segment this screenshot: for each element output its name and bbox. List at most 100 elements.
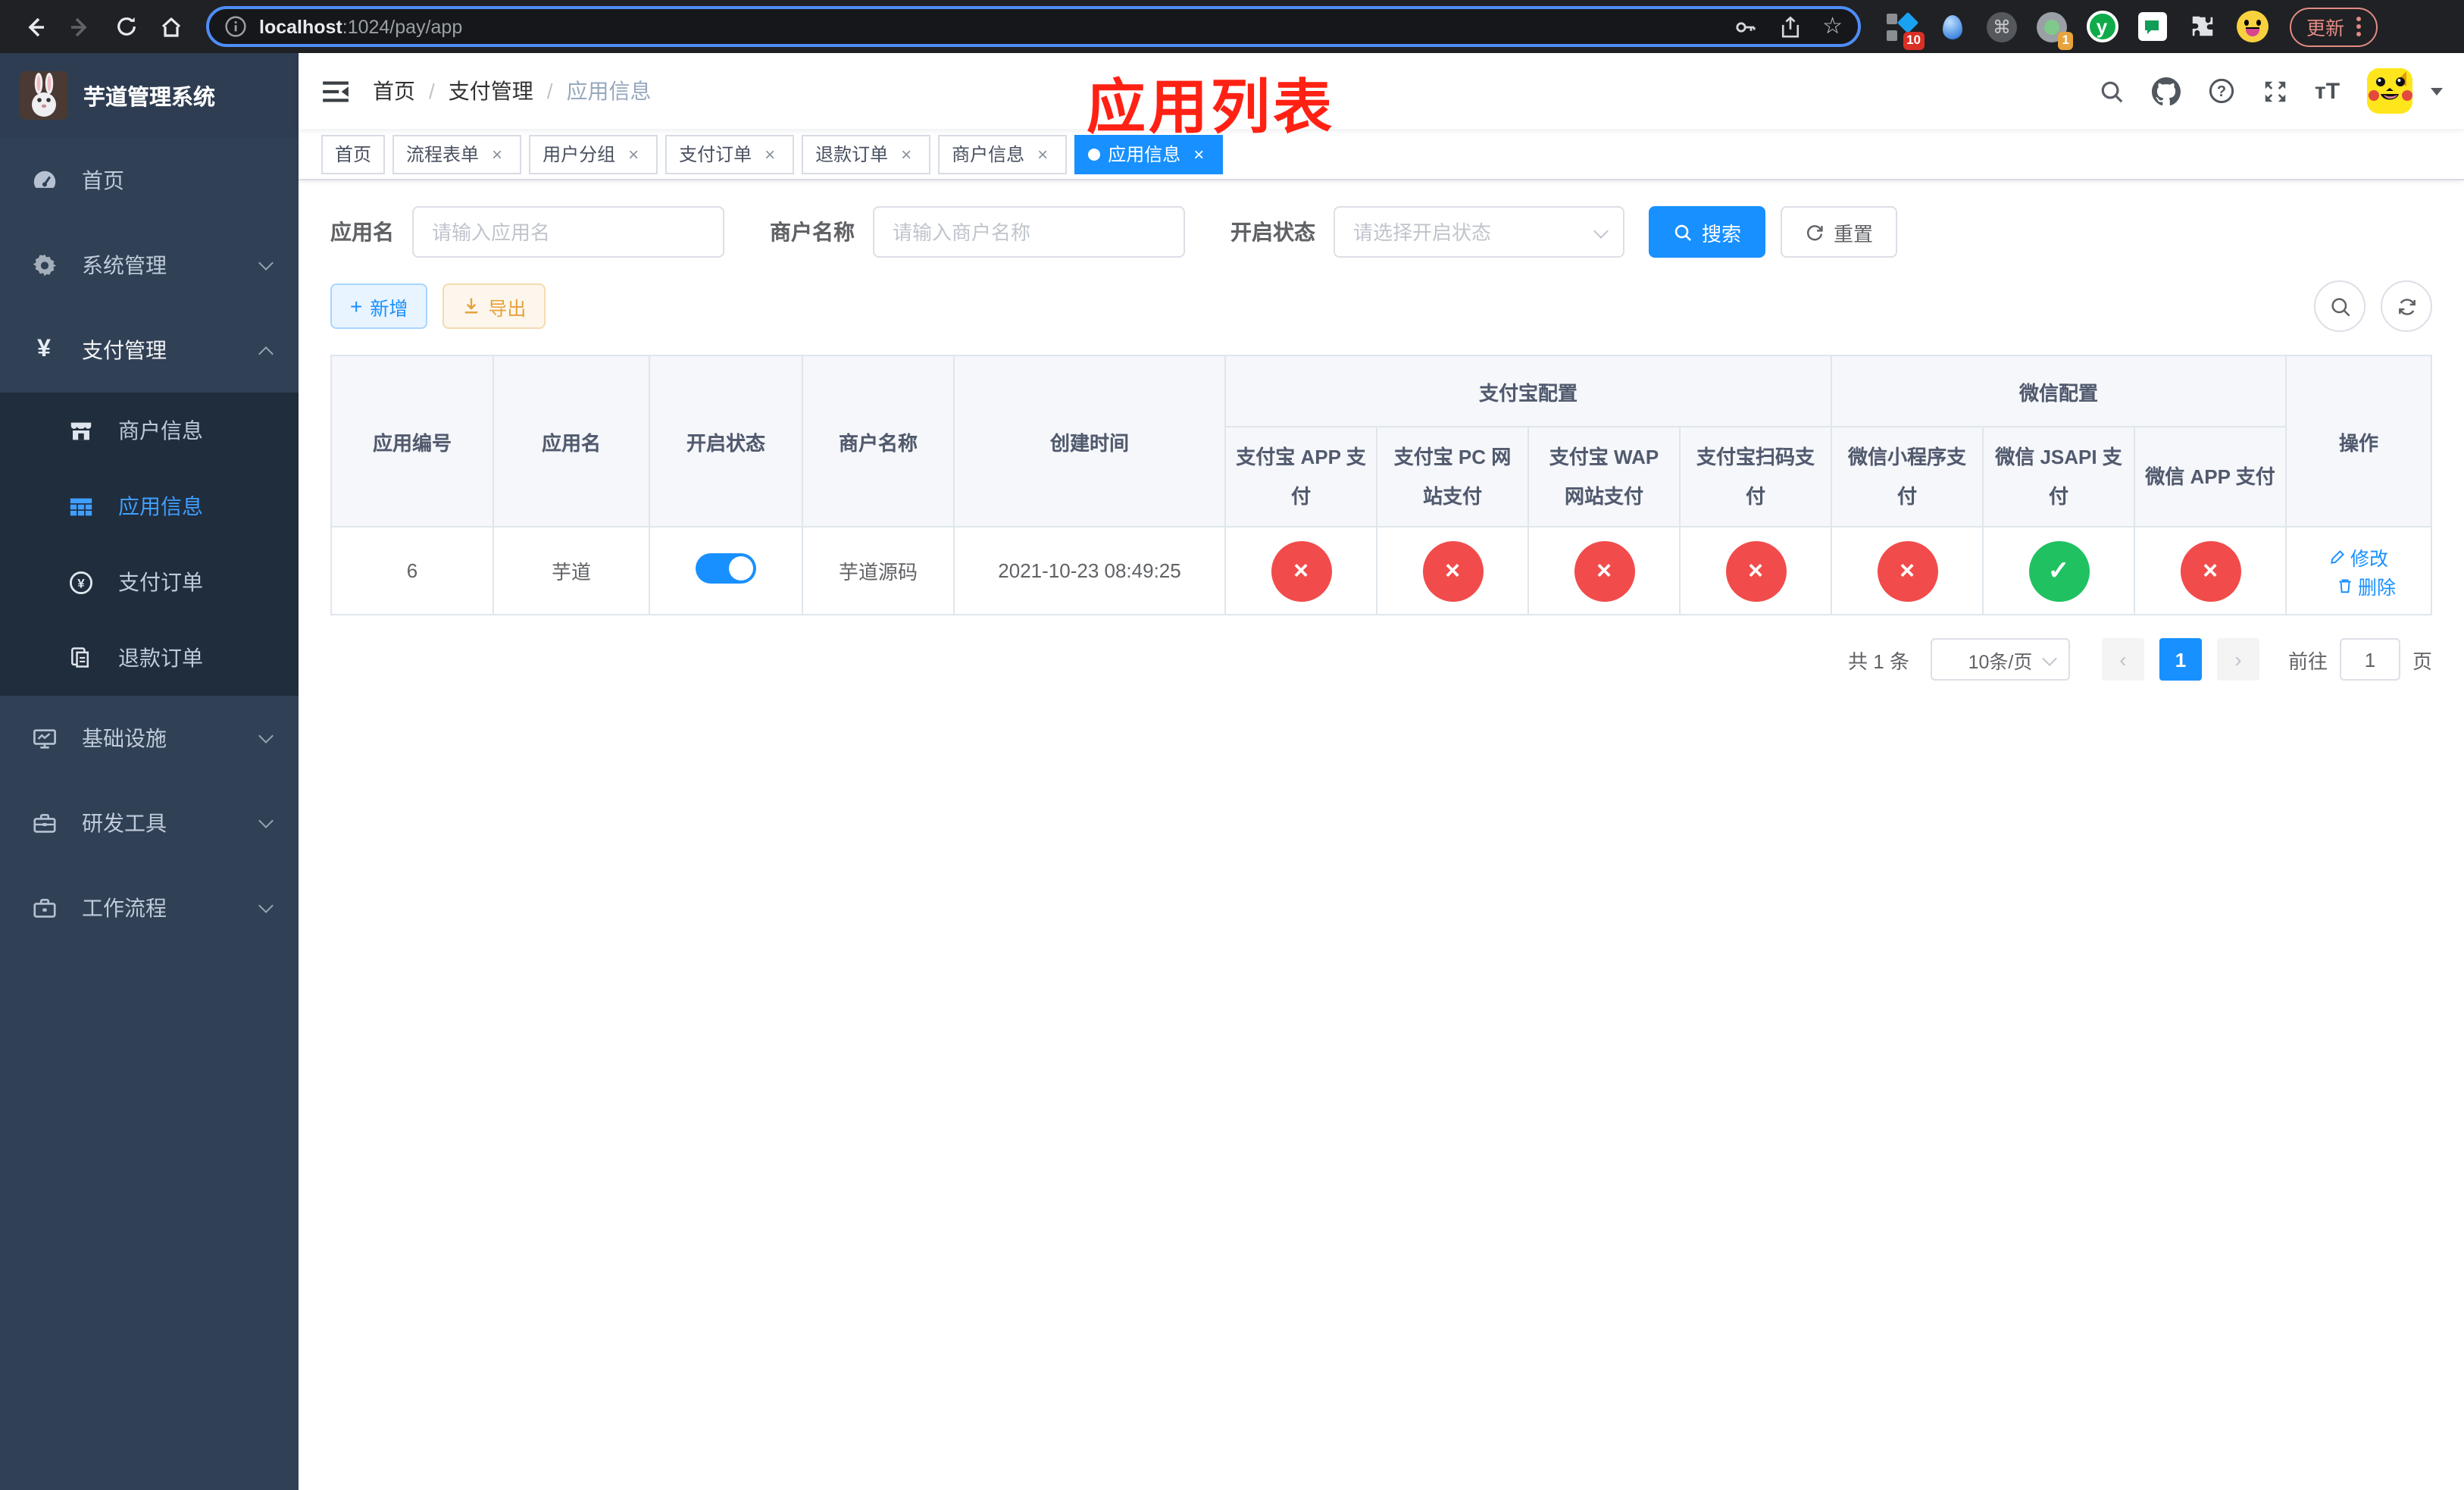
status-select[interactable]	[1334, 206, 1624, 258]
help-icon[interactable]: ?	[2207, 77, 2234, 105]
pagination: 共 1 条 10条/页 ‹ 1 › 前往 页	[330, 638, 2432, 681]
extensions-puzzle-icon[interactable]	[2185, 10, 2219, 43]
sidebar-item-dev-tools[interactable]: 研发工具	[0, 781, 299, 866]
font-size-icon[interactable]: ᴛT	[2315, 78, 2340, 104]
tab-close-icon[interactable]: ×	[486, 143, 508, 164]
header-search-icon[interactable]	[2098, 78, 2124, 104]
tab-home[interactable]: 首页	[321, 134, 386, 174]
tab-close-icon[interactable]: ×	[759, 143, 780, 164]
chevron-up-icon	[258, 346, 274, 361]
wx-jsapi-status-icon: ✓	[2028, 540, 2090, 601]
cell-merchant: 芋道源码	[802, 526, 955, 615]
ext-command-icon[interactable]: ⌘	[1985, 10, 2018, 43]
sidebar-item-home[interactable]: 首页	[0, 138, 299, 223]
address-bar[interactable]: localhost:1024/pay/app ☆	[206, 6, 1861, 47]
add-button[interactable]: + 新增	[330, 283, 428, 329]
refresh-table-button[interactable]	[2381, 280, 2433, 332]
prev-page-button[interactable]: ‹	[2101, 638, 2144, 681]
bookmark-star-icon[interactable]: ☆	[1822, 15, 1843, 38]
sidebar-item-infra[interactable]: 基础设施	[0, 696, 299, 781]
user-avatar[interactable]	[2367, 68, 2413, 114]
export-button[interactable]: 导出	[442, 283, 546, 329]
sidebar-item-merchant-info[interactable]: 商户信息	[0, 393, 299, 468]
sidebar-item-payment[interactable]: ¥ 支付管理	[0, 308, 299, 393]
sidebar-item-workflow[interactable]: 工作流程	[0, 866, 299, 950]
update-button[interactable]: 更新	[2290, 7, 2378, 46]
site-info-icon[interactable]	[224, 15, 247, 38]
sidebar-item-label: 应用信息	[118, 494, 203, 518]
tab-close-icon[interactable]: ×	[1032, 143, 1053, 164]
sidebar-item-app-info[interactable]: 应用信息	[0, 468, 299, 544]
avatar-dropdown-caret-icon[interactable]	[2431, 87, 2444, 95]
reset-button-label: 重置	[1834, 222, 1874, 245]
tab-close-icon[interactable]: ×	[896, 143, 917, 164]
ext-balloon-icon[interactable]	[1935, 10, 1968, 43]
ext-chat-icon[interactable]	[2135, 10, 2169, 43]
tab-pay-order[interactable]: 支付订单 ×	[665, 134, 795, 174]
status-select-input[interactable]	[1334, 206, 1624, 258]
ext-y-icon[interactable]: y	[2085, 10, 2118, 43]
col-app-name: 应用名	[492, 355, 650, 527]
tab-user-group[interactable]: 用户分组 ×	[529, 134, 658, 174]
search-button[interactable]: 搜索	[1649, 206, 1766, 258]
tab-label: 支付订单	[679, 144, 752, 165]
browser-menu-icon[interactable]	[2356, 17, 2362, 36]
chevron-down-icon	[2042, 651, 2057, 666]
export-button-label: 导出	[488, 298, 527, 319]
chevron-down-icon	[258, 812, 274, 828]
reset-button[interactable]: 重置	[1781, 206, 1898, 258]
tab-refund-order[interactable]: 退款订单 ×	[802, 134, 931, 174]
browser-home-icon[interactable]	[152, 7, 191, 46]
merchant-name-input[interactable]	[873, 206, 1185, 258]
wx-mini-status-icon: ×	[1877, 540, 1938, 601]
sidebar-item-refund-order[interactable]: 退款订单	[0, 620, 299, 696]
app-name-label: 应用名	[330, 220, 394, 244]
status-label: 开启状态	[1230, 220, 1315, 244]
ext-recorder-icon[interactable]: 1	[2035, 10, 2073, 49]
page-size-select[interactable]: 10条/页	[1930, 638, 2070, 681]
tab-merchant-info[interactable]: 商户信息 ×	[938, 134, 1068, 174]
app-name-input[interactable]	[412, 206, 724, 258]
yen-icon: ¥	[37, 337, 51, 362]
tab-close-icon[interactable]: ×	[623, 143, 644, 164]
document-copy-icon	[64, 646, 97, 670]
edit-button[interactable]: 修改	[2329, 542, 2388, 571]
browser-back-icon[interactable]	[15, 7, 55, 46]
password-key-icon[interactable]	[1733, 14, 1757, 39]
delete-button[interactable]: 删除	[2337, 571, 2396, 599]
share-icon[interactable]	[1778, 14, 1801, 39]
page-1-button[interactable]: 1	[2159, 638, 2202, 681]
yen-circle-icon: ¥	[64, 569, 97, 595]
next-page-button[interactable]: ›	[2216, 638, 2259, 681]
goto-page-input[interactable]	[2340, 638, 2400, 681]
sidebar-item-system[interactable]: 系统管理	[0, 223, 299, 308]
url-text[interactable]: localhost:1024/pay/app	[259, 16, 1721, 37]
browser-reload-icon[interactable]	[106, 7, 145, 46]
table-toolbar: + 新增 导出	[330, 280, 2433, 332]
ext-collab-icon[interactable]: 10	[1885, 10, 1925, 49]
tab-close-icon[interactable]: ×	[1188, 143, 1209, 164]
sidebar-item-pay-order[interactable]: ¥ 支付订单	[0, 544, 299, 620]
tab-label: 用户分组	[543, 144, 616, 165]
edit-button-label: 修改	[2350, 548, 2389, 569]
sidebar-fold-icon[interactable]	[299, 77, 373, 105]
browser-profile-avatar[interactable]	[2235, 10, 2269, 43]
svg-text:¥: ¥	[77, 575, 84, 590]
sidebar-logo[interactable]: 芋道管理系统	[0, 53, 299, 138]
col-group-alipay: 支付宝配置	[1224, 355, 1833, 427]
tab-process-form[interactable]: 流程表单 ×	[392, 134, 522, 174]
github-icon[interactable]	[2151, 77, 2180, 105]
col-merchant: 商户名称	[802, 355, 955, 527]
annotation-title: 应用列表	[1087, 76, 1336, 141]
breadcrumb-payment[interactable]: 支付管理	[449, 76, 533, 106]
breadcrumb: 首页 / 支付管理 / 应用信息	[373, 76, 652, 106]
browser-forward-icon[interactable]	[61, 7, 100, 46]
fullscreen-icon[interactable]	[2262, 78, 2287, 104]
grid-icon	[64, 493, 97, 519]
store-icon	[64, 418, 97, 443]
sidebar: 芋道管理系统 首页 系统管理 ¥ 支付管理 商户信息 应用信息 ¥ 支付订单 退…	[0, 53, 299, 1490]
toggle-search-button[interactable]	[2314, 280, 2366, 332]
breadcrumb-home[interactable]: 首页	[373, 76, 415, 106]
sidebar-item-label: 支付管理	[82, 338, 167, 362]
status-toggle[interactable]	[696, 553, 756, 584]
